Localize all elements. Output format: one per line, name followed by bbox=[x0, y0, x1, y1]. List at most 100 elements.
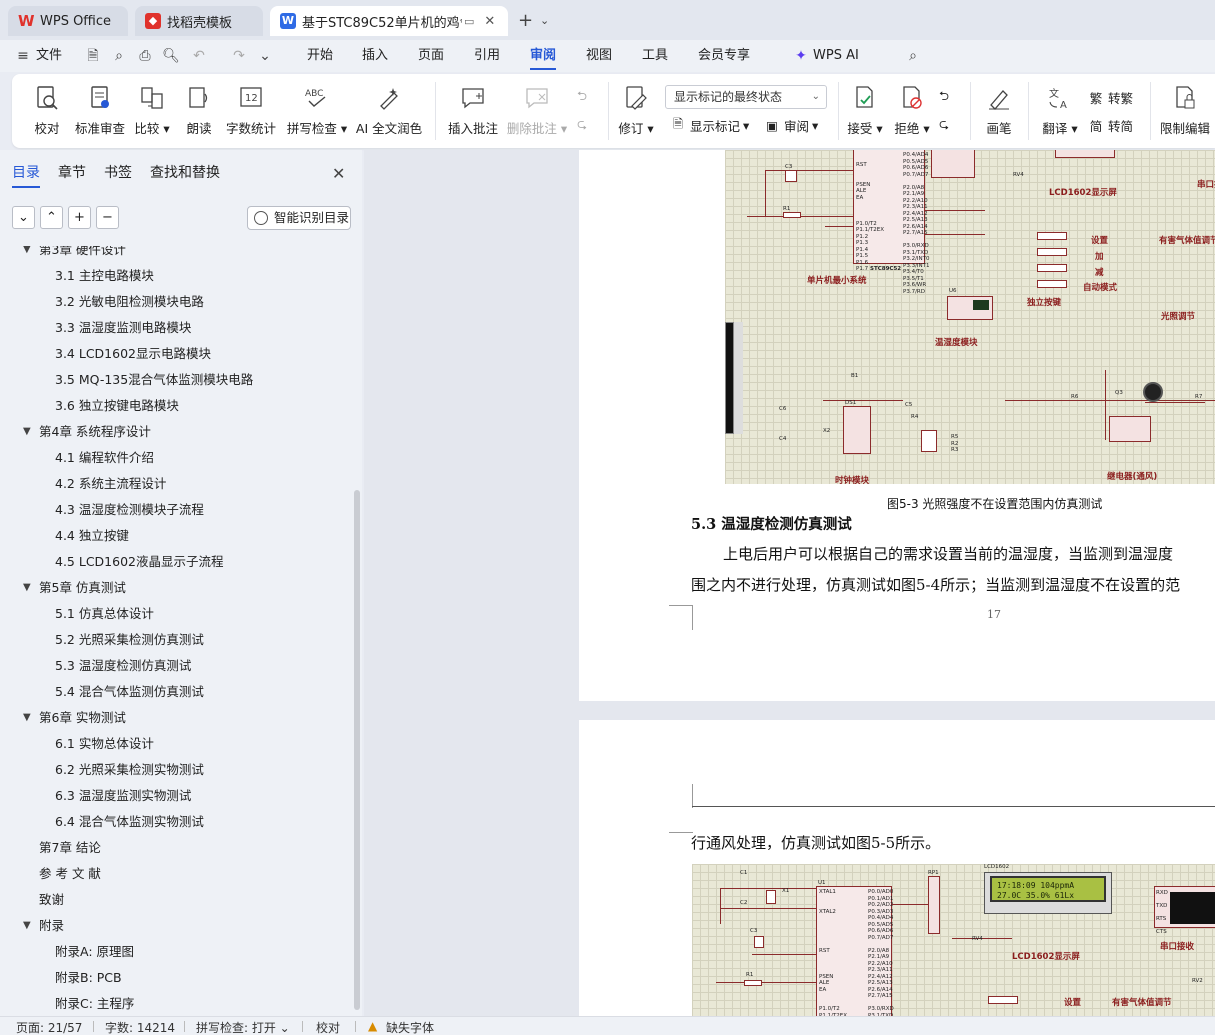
undo-icon[interactable]: ↶ bbox=[190, 47, 208, 65]
menu-review[interactable]: 审阅 bbox=[530, 40, 557, 72]
read-aloud-button[interactable]: 朗读 bbox=[185, 74, 213, 148]
spell-check-status[interactable]: 拼写检查: 打开 ⌄ bbox=[196, 1019, 290, 1035]
expand-arrow-icon[interactable]: ▼ bbox=[23, 421, 31, 443]
expand-arrow-icon[interactable]: ▼ bbox=[23, 707, 31, 729]
tab-find-replace[interactable]: 查找和替换 bbox=[150, 162, 220, 182]
menu-page[interactable]: 页面 bbox=[418, 40, 444, 72]
display-mode-select[interactable]: 显示标记的最终状态 ⌄ bbox=[665, 85, 827, 109]
expand-arrow-icon[interactable]: ▼ bbox=[23, 577, 31, 599]
toc-section[interactable]: 6.3 温湿度监测实物测试 bbox=[0, 785, 350, 807]
collapse-down-button[interactable]: ⌄ bbox=[12, 206, 35, 229]
reject-button[interactable]: 拒绝 ▾ bbox=[894, 74, 930, 148]
toc-section[interactable]: 5.2 光照采集检测仿真测试 bbox=[0, 629, 350, 651]
more-chevron-icon[interactable]: ⌄ bbox=[256, 47, 274, 65]
toc-section[interactable]: 4.5 LCD1602液晶显示子流程 bbox=[0, 551, 350, 573]
delete-comment-button[interactable]: 删除批注 ▾ bbox=[507, 74, 567, 148]
close-icon[interactable]: ✕ bbox=[484, 14, 495, 29]
toc-chapter[interactable]: 致谢 bbox=[0, 889, 350, 911]
compare-button[interactable]: 比较 ▾ bbox=[134, 74, 170, 148]
spell-check-button[interactable]: ABC 拼写检查 ▾ bbox=[287, 74, 347, 148]
save-icon[interactable]: 🗎 bbox=[84, 47, 102, 65]
page-indicator[interactable]: 页面: 21/57 bbox=[16, 1019, 82, 1035]
chevron-down-icon[interactable]: ⌄ bbox=[540, 14, 549, 27]
next-change-icon[interactable]: ⮎ bbox=[939, 114, 949, 136]
smart-toc-button[interactable]: 智能识别目录 bbox=[247, 206, 351, 230]
toc-chapter[interactable]: ▼ 第6章 实物测试 bbox=[0, 707, 350, 729]
toc-section[interactable]: 附录A: 原理图 bbox=[0, 941, 350, 963]
pen-button[interactable]: 画笔 bbox=[984, 74, 1014, 148]
prev-comment-icon[interactable]: ⮌ bbox=[577, 86, 587, 108]
toc-section[interactable]: 3.5 MQ-135混合气体监测模块电路 bbox=[0, 369, 350, 391]
toc-section[interactable]: 3.2 光敏电阻检测模块电路 bbox=[0, 291, 350, 313]
next-comment-icon[interactable]: ⮎ bbox=[577, 114, 587, 136]
translate-button[interactable]: 文A 翻译 ▾ bbox=[1041, 74, 1079, 148]
tab-toc[interactable]: 目录 bbox=[12, 162, 40, 188]
toc-section[interactable]: 6.4 混合气体监测实物测试 bbox=[0, 811, 350, 833]
track-changes-button[interactable]: 修订 ▾ bbox=[618, 74, 654, 148]
tab-document[interactable]: W 基于STC89C52单片机的鸡舍环 ▭ ✕ bbox=[270, 6, 508, 36]
search-icon[interactable]: ⌕ bbox=[904, 47, 922, 65]
toc-chapter[interactable]: ▼ 第5章 仿真测试 bbox=[0, 577, 350, 599]
toc-section[interactable]: 3.1 主控电路模块 bbox=[0, 265, 350, 287]
toc-section[interactable]: 附录B: PCB bbox=[0, 967, 350, 989]
tab-docer[interactable]: ◆ 找稻壳模板 bbox=[135, 6, 263, 36]
word-count[interactable]: 字数: 14214 bbox=[105, 1019, 175, 1035]
sidebar-scrollbar[interactable] bbox=[354, 490, 360, 1010]
toc-section[interactable]: 3.3 温湿度监测电路模块 bbox=[0, 317, 350, 339]
toc-section[interactable]: 4.1 编程软件介绍 bbox=[0, 447, 350, 469]
toc-section[interactable]: 4.3 温湿度检测模块子流程 bbox=[0, 499, 350, 521]
redo-icon[interactable]: ↷ bbox=[230, 47, 248, 65]
accept-button[interactable]: 接受 ▾ bbox=[847, 74, 883, 148]
tab-wps-office[interactable]: W WPS Office bbox=[8, 6, 128, 36]
monitor-icon[interactable]: ▭ bbox=[464, 15, 474, 28]
menu-wps-ai[interactable]: WPS AI bbox=[813, 40, 859, 72]
to-traditional-button[interactable]: 繁 转繁 bbox=[1088, 86, 1133, 108]
menu-membership[interactable]: 会员专享 bbox=[698, 40, 750, 72]
show-markup-button[interactable]: 🗎 显示标记 ▾ bbox=[670, 114, 749, 136]
toc-section[interactable]: 4.4 独立按键 bbox=[0, 525, 350, 547]
toc-section[interactable]: 3.6 独立按键电路模块 bbox=[0, 395, 350, 417]
toc-section[interactable]: 5.4 混合气体监测仿真测试 bbox=[0, 681, 350, 703]
add-heading-button[interactable]: + bbox=[68, 206, 91, 229]
toc-chapter[interactable]: ▼ 第4章 系统程序设计 bbox=[0, 421, 350, 443]
toc-section[interactable]: 6.2 光照采集检测实物测试 bbox=[0, 759, 350, 781]
hamburger-icon[interactable]: ≡ bbox=[14, 47, 32, 65]
collapse-up-button[interactable]: ⌃ bbox=[40, 206, 63, 229]
proofread-button[interactable]: 校对 bbox=[32, 74, 62, 148]
toc-section[interactable]: 5.3 温湿度检测仿真测试 bbox=[0, 655, 350, 677]
ai-polish-button[interactable]: AI 全文润色 bbox=[356, 74, 422, 148]
toc-section[interactable]: 附录C: 主程序 bbox=[0, 993, 350, 1015]
restrict-edit-button[interactable]: 限制编辑 bbox=[1160, 74, 1210, 148]
menu-references[interactable]: 引用 bbox=[474, 40, 500, 72]
print-preview-icon[interactable]: 🔍︎ bbox=[162, 47, 180, 65]
toc-chapter[interactable]: 第7章 结论 bbox=[0, 837, 350, 859]
toc-section[interactable]: 4.2 系统主流程设计 bbox=[0, 473, 350, 495]
toc-section[interactable]: 3.4 LCD1602显示电路模块 bbox=[0, 343, 350, 365]
missing-font-status[interactable]: 缺失字体 bbox=[386, 1019, 434, 1035]
menu-file[interactable]: 文件 bbox=[36, 40, 62, 72]
remove-heading-button[interactable]: − bbox=[96, 206, 119, 229]
export-icon[interactable]: ⌕ bbox=[110, 47, 128, 65]
toc-section[interactable]: 6.1 实物总体设计 bbox=[0, 733, 350, 755]
menu-tools[interactable]: 工具 bbox=[642, 40, 668, 72]
new-tab-icon[interactable]: + bbox=[518, 10, 533, 31]
standard-review-button[interactable]: 标准审查 bbox=[75, 74, 125, 148]
toc-chapter[interactable]: ▼ 第3章 硬件设计 bbox=[0, 246, 350, 261]
menu-insert[interactable]: 插入 bbox=[362, 40, 388, 72]
menu-view[interactable]: 视图 bbox=[586, 40, 612, 72]
word-count-button[interactable]: 12 字数统计 bbox=[226, 74, 276, 148]
to-simplified-button[interactable]: 简 转简 bbox=[1088, 114, 1133, 136]
print-icon[interactable]: ⎙ bbox=[136, 47, 154, 65]
tab-bookmarks[interactable]: 书签 bbox=[104, 162, 132, 182]
proofread-status[interactable]: 校对 bbox=[316, 1019, 340, 1035]
expand-arrow-icon[interactable]: ▼ bbox=[23, 915, 31, 937]
close-pane-icon[interactable]: ✕ bbox=[332, 164, 345, 183]
toc-section[interactable]: 5.1 仿真总体设计 bbox=[0, 603, 350, 625]
toc-chapter[interactable]: 参 考 文 献 bbox=[0, 863, 350, 885]
toc-chapter[interactable]: ▼ 附录 bbox=[0, 915, 350, 937]
insert-comment-button[interactable]: 插入批注 bbox=[448, 74, 498, 148]
review-pane-button[interactable]: ▣ 审阅 ▾ bbox=[764, 114, 818, 136]
menu-home[interactable]: 开始 bbox=[307, 40, 333, 72]
prev-change-icon[interactable]: ⮌ bbox=[939, 86, 949, 108]
expand-arrow-icon[interactable]: ▼ bbox=[23, 246, 31, 261]
